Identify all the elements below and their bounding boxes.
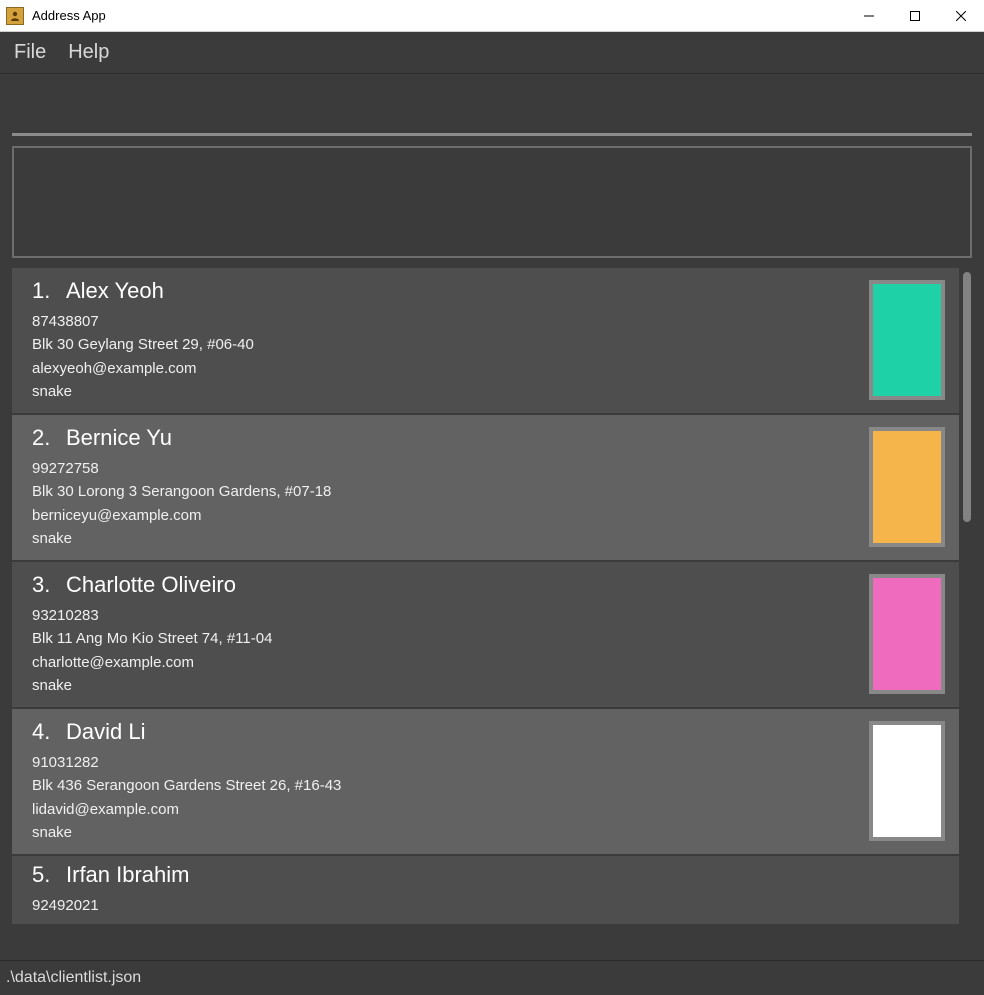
list-item-phone: 87438807 bbox=[32, 310, 855, 333]
list-item-tag: snake bbox=[32, 380, 855, 403]
status-bar: .\data\clientlist.json bbox=[0, 960, 984, 995]
list-item[interactable]: 1. Alex Yeoh 87438807 Blk 30 Geylang Str… bbox=[12, 268, 959, 415]
list-item-text: 2. Bernice Yu 99272758 Blk 30 Lorong 3 S… bbox=[32, 425, 855, 550]
command-input[interactable] bbox=[12, 74, 972, 136]
list-item-name: David Li bbox=[66, 719, 145, 745]
menu-help[interactable]: Help bbox=[68, 41, 109, 64]
list-item-email: charlotte@example.com bbox=[32, 651, 855, 674]
color-swatch bbox=[869, 427, 945, 547]
window-controls bbox=[846, 0, 984, 31]
list-item-text: 3. Charlotte Oliveiro 93210283 Blk 11 An… bbox=[32, 572, 855, 697]
list-item-email: berniceyu@example.com bbox=[32, 504, 855, 527]
result-display bbox=[12, 146, 972, 258]
menu-bar: File Help bbox=[0, 32, 984, 74]
list-item[interactable]: 4. David Li 91031282 Blk 436 Serangoon G… bbox=[12, 709, 959, 856]
list-item[interactable]: 3. Charlotte Oliveiro 93210283 Blk 11 An… bbox=[12, 562, 959, 709]
list-item[interactable]: 2. Bernice Yu 99272758 Blk 30 Lorong 3 S… bbox=[12, 415, 959, 562]
menu-file[interactable]: File bbox=[14, 41, 46, 64]
list-item-address: Blk 436 Serangoon Gardens Street 26, #16… bbox=[32, 774, 855, 797]
list-item-index: 5. bbox=[32, 862, 62, 888]
list-item-email: alexyeoh@example.com bbox=[32, 357, 855, 380]
list-item-phone: 92492021 bbox=[32, 894, 945, 917]
list-item-name: Irfan Ibrahim bbox=[66, 862, 190, 888]
list-item-text: 4. David Li 91031282 Blk 436 Serangoon G… bbox=[32, 719, 855, 844]
command-area bbox=[0, 74, 984, 268]
list-item-name: Alex Yeoh bbox=[66, 278, 164, 304]
list-item-name: Bernice Yu bbox=[66, 425, 172, 451]
color-swatch bbox=[869, 574, 945, 694]
list-item-index: 1. bbox=[32, 278, 62, 304]
contact-list[interactable]: 1. Alex Yeoh 87438807 Blk 30 Geylang Str… bbox=[12, 268, 959, 960]
minimize-button[interactable] bbox=[846, 0, 892, 31]
list-item-email: lidavid@example.com bbox=[32, 798, 855, 821]
list-item-address: Blk 11 Ang Mo Kio Street 74, #11-04 bbox=[32, 627, 855, 650]
list-item-tag: snake bbox=[32, 527, 855, 550]
contact-list-wrapper: 1. Alex Yeoh 87438807 Blk 30 Geylang Str… bbox=[12, 268, 972, 960]
list-item-address: Blk 30 Geylang Street 29, #06-40 bbox=[32, 333, 855, 356]
list-item-name: Charlotte Oliveiro bbox=[66, 572, 236, 598]
window-title: Address App bbox=[32, 8, 106, 23]
list-item-tag: snake bbox=[32, 821, 855, 844]
title-left-group: Address App bbox=[0, 7, 106, 25]
list-item-index: 4. bbox=[32, 719, 62, 745]
list-item[interactable]: 5. Irfan Ibrahim 92492021 bbox=[12, 856, 959, 926]
window-title-bar: Address App bbox=[0, 0, 984, 32]
list-item-address: Blk 30 Lorong 3 Serangoon Gardens, #07-1… bbox=[32, 480, 855, 503]
list-item-phone: 93210283 bbox=[32, 604, 855, 627]
color-swatch bbox=[869, 721, 945, 841]
list-item-index: 2. bbox=[32, 425, 62, 451]
color-swatch bbox=[869, 280, 945, 400]
list-item-phone: 99272758 bbox=[32, 457, 855, 480]
scrollbar-thumb[interactable] bbox=[963, 272, 971, 522]
list-item-tag: snake bbox=[32, 674, 855, 697]
maximize-button[interactable] bbox=[892, 0, 938, 31]
list-scrollbar[interactable] bbox=[962, 268, 972, 960]
list-item-phone: 91031282 bbox=[32, 751, 855, 774]
close-button[interactable] bbox=[938, 0, 984, 31]
list-item-text: 5. Irfan Ibrahim 92492021 bbox=[32, 866, 945, 914]
list-item-index: 3. bbox=[32, 572, 62, 598]
list-item-text: 1. Alex Yeoh 87438807 Blk 30 Geylang Str… bbox=[32, 278, 855, 403]
app-icon bbox=[6, 7, 24, 25]
status-path: .\data\clientlist.json bbox=[6, 969, 141, 987]
